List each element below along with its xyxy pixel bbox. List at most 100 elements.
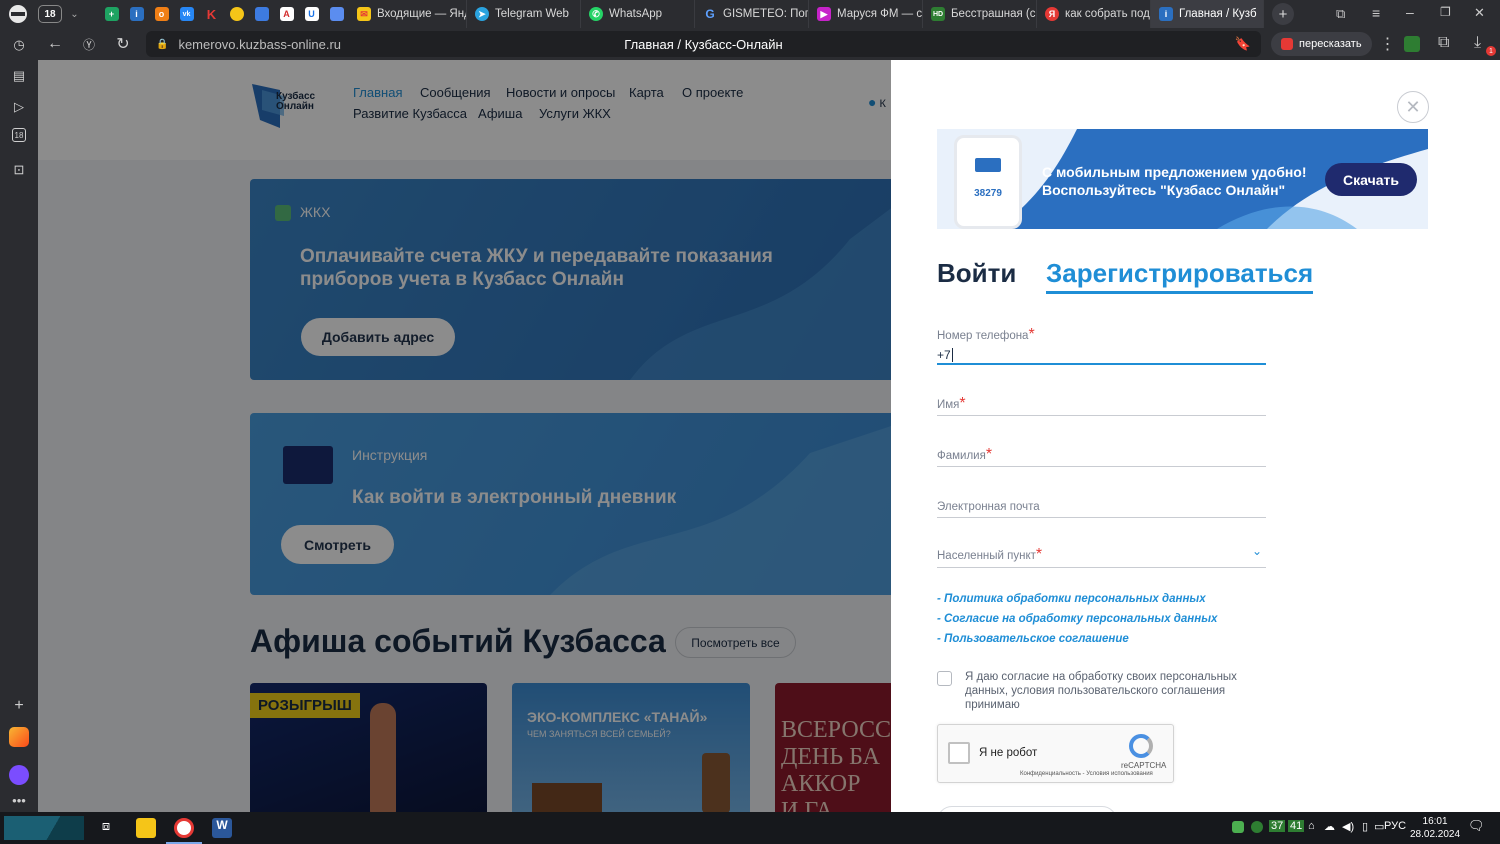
- collections-sidebar-icon[interactable]: ▤: [9, 66, 29, 86]
- phone-input[interactable]: +7: [937, 348, 1266, 362]
- email-field[interactable]: Электронная почта: [937, 497, 1266, 518]
- screenshot-icon[interactable]: ⊡: [9, 160, 29, 180]
- tab-label: Входящие — Янд: [377, 8, 467, 20]
- tab-marusya[interactable]: ▶ Маруся ФМ — са: [809, 0, 923, 28]
- browser-menu-icon[interactable]: ≡: [1372, 5, 1380, 21]
- kinopoisk-favicon-icon[interactable]: K: [199, 0, 224, 28]
- calendar-icon[interactable]: 18: [12, 128, 26, 142]
- recaptcha-brand: reCAPTCHA: [1121, 761, 1167, 770]
- notifications-icon[interactable]: 🗨: [1468, 818, 1485, 834]
- yandex-browser-icon[interactable]: [174, 818, 194, 838]
- kuzbass-favicon-icon[interactable]: i: [124, 0, 149, 28]
- start-area[interactable]: [4, 816, 84, 840]
- cloud-favicon-icon[interactable]: [324, 0, 349, 28]
- tab-list-chevron-icon[interactable]: ⌄: [62, 0, 87, 28]
- file-explorer-icon[interactable]: [136, 818, 156, 838]
- yandex-y-icon[interactable]: Ⓨ: [72, 28, 106, 60]
- add-panel-icon[interactable]: +: [9, 696, 29, 716]
- ok-favicon-icon[interactable]: o: [149, 0, 174, 28]
- city-select[interactable]: Населенный пункт* ⌄: [937, 544, 1266, 568]
- app-favicon-icon[interactable]: [249, 0, 274, 28]
- tab-kuzbass-active[interactable]: iГлавная / Кузб✕: [1151, 0, 1264, 28]
- required-mark: *: [1035, 546, 1043, 563]
- pdf-favicon-icon[interactable]: A: [274, 0, 299, 28]
- required-mark: *: [985, 446, 993, 463]
- tray-temp-1[interactable]: 37: [1269, 820, 1286, 832]
- tray-temp-2[interactable]: 41: [1288, 820, 1305, 832]
- link-dash: -: [937, 633, 941, 645]
- tab-telegram[interactable]: ➤ Telegram Web: [467, 0, 581, 28]
- retell-icon: [1281, 38, 1293, 50]
- phone-value: +7: [937, 348, 951, 362]
- modal-overlay[interactable]: [38, 60, 891, 812]
- tab-register[interactable]: Зарегистрироваться: [1046, 258, 1314, 294]
- yandex-menu-icon[interactable]: [0, 0, 36, 28]
- history-icon[interactable]: ◷: [9, 35, 29, 55]
- tray-app-icon[interactable]: [1232, 821, 1244, 833]
- duck-favicon-icon[interactable]: [224, 0, 249, 28]
- surname-field[interactable]: Фамилия*: [937, 446, 1266, 467]
- close-window-icon[interactable]: ✕: [1474, 5, 1485, 21]
- link-privacy-policy[interactable]: - Политика обработки персональных данных: [937, 593, 1206, 605]
- recaptcha-footer[interactable]: Конфиденциальность - Условия использован…: [1020, 771, 1153, 777]
- app-banner[interactable]: 38279 С мобильным предложением удобно! В…: [937, 129, 1428, 229]
- consent-line: Я даю согласие на обработку своих персон…: [965, 671, 1237, 683]
- reload-icon[interactable]: ↻: [106, 28, 140, 60]
- mail-app-icon[interactable]: [9, 727, 29, 747]
- link-text: Пользовательское соглашение: [944, 633, 1129, 645]
- restore-icon[interactable]: ❐: [1440, 5, 1451, 19]
- modal-close-button[interactable]: ✕: [1397, 91, 1429, 123]
- gismeteo-icon: G: [705, 7, 715, 21]
- volume-icon[interactable]: ◀): [1342, 820, 1354, 833]
- vk-favicon-icon[interactable]: vk: [174, 0, 199, 28]
- tab-gismeteo[interactable]: G GISMETEO: Погод: [695, 0, 809, 28]
- tab-label: GISMETEO: Погод: [723, 8, 809, 20]
- required-mark: *: [1028, 326, 1035, 343]
- submit-button-partial[interactable]: [937, 806, 1117, 812]
- display-icon[interactable]: ▭: [1374, 820, 1384, 833]
- tab-search[interactable]: Якак собрать под: [1037, 0, 1151, 28]
- bookmark-icon[interactable]: 🔖: [1235, 36, 1251, 52]
- new-tab-button[interactable]: +: [1272, 3, 1294, 25]
- extensions-icon[interactable]: ⧉: [1438, 34, 1449, 52]
- chevron-down-icon[interactable]: ⌄: [1252, 544, 1262, 558]
- url-field[interactable]: 🔒 kemerovo.kuzbass-online.ru Главная / К…: [146, 31, 1261, 57]
- protect-icon[interactable]: [1404, 36, 1420, 52]
- battery-icon[interactable]: ▯: [1362, 820, 1368, 833]
- tray-shield-icon[interactable]: [1251, 821, 1263, 833]
- network-icon[interactable]: ⌂: [1308, 820, 1315, 832]
- surname-label: Фамилия: [937, 450, 986, 462]
- retell-button[interactable]: пересказать: [1271, 32, 1372, 56]
- phone-field[interactable]: Номер телефона* +7: [937, 326, 1266, 365]
- alice-icon[interactable]: [9, 765, 29, 785]
- tab-series[interactable]: HD Бесстрашная (се: [923, 0, 1037, 28]
- consent-checkbox[interactable]: [937, 671, 952, 686]
- minimize-icon[interactable]: –: [1406, 4, 1414, 20]
- city-label: Населенный пункт: [937, 550, 1036, 562]
- tab-whatsapp[interactable]: ✆ WhatsApp: [581, 0, 695, 28]
- more-icon[interactable]: •••: [9, 790, 29, 810]
- task-view-icon[interactable]: ⧈: [96, 818, 116, 838]
- link-data-consent[interactable]: - Согласие на обработку персональных дан…: [937, 613, 1217, 625]
- yandex-search-icon: Я: [1045, 7, 1059, 21]
- name-field[interactable]: Имя*: [937, 395, 1266, 416]
- video-icon[interactable]: ▷: [9, 97, 29, 117]
- tab-mail[interactable]: ✉ Входящие — Янд: [349, 0, 467, 28]
- back-arrow-icon[interactable]: ←: [38, 28, 72, 60]
- u-favicon-icon[interactable]: U: [299, 0, 324, 28]
- clock[interactable]: 16:01 28.02.2024: [1410, 815, 1460, 841]
- sheets-favicon-icon[interactable]: +: [99, 0, 124, 28]
- tab-group-counter[interactable]: 18: [38, 5, 62, 23]
- name-label: Имя: [937, 399, 960, 411]
- language-indicator[interactable]: РУС: [1384, 820, 1406, 832]
- download-icon[interactable]: ⤓: [1474, 34, 1481, 52]
- lock-icon[interactable]: 🔒: [156, 39, 168, 50]
- cloud-icon[interactable]: ☁: [1324, 820, 1335, 833]
- kebab-menu-icon[interactable]: ⋮: [1380, 34, 1396, 54]
- recaptcha-checkbox[interactable]: [948, 742, 970, 764]
- tab-login[interactable]: Войти: [937, 258, 1016, 289]
- word-icon[interactable]: W: [212, 818, 232, 838]
- link-user-agreement[interactable]: - Пользовательское соглашение: [937, 633, 1129, 645]
- collections-icon[interactable]: ⧉: [1336, 6, 1345, 22]
- download-app-button[interactable]: Скачать: [1325, 163, 1417, 196]
